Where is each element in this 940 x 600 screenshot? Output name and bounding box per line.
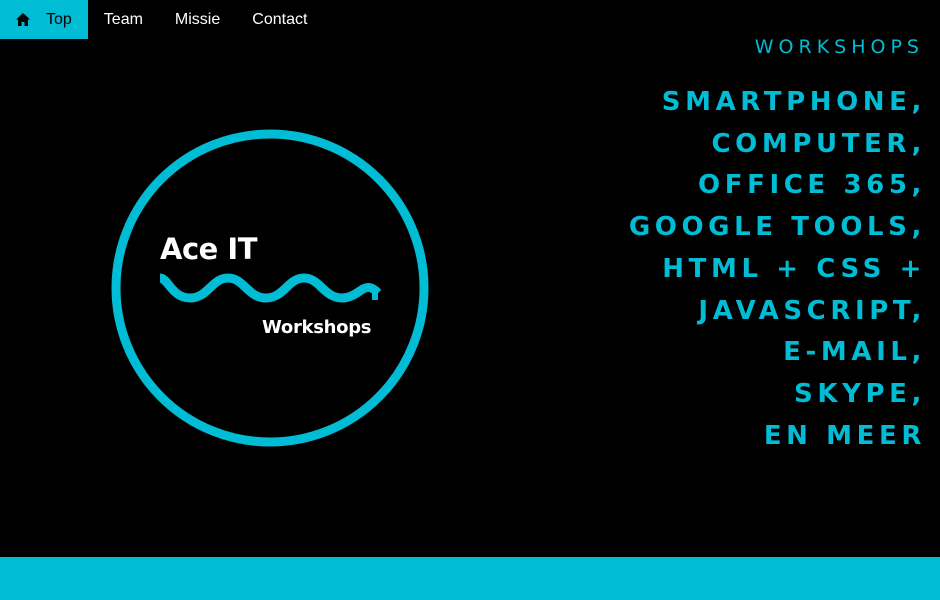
nav-item-label: Contact <box>252 10 308 28</box>
page: Top Team Missie Contact Ace IT Workshops… <box>0 0 940 600</box>
topic-item: OFFICE 365, <box>698 170 926 201</box>
nav-item-label: Team <box>103 10 143 28</box>
topic-item: EN MEER <box>763 420 926 451</box>
nav-item-contact[interactable]: Contact <box>236 0 323 39</box>
topic-item: GOOGLE TOOLS, <box>628 212 926 243</box>
nav-item-label: Top <box>46 10 72 28</box>
workshop-topics-list: SMARTPHONE, COMPUTER, OFFICE 365, GOOGLE… <box>629 82 926 457</box>
nav-item-missie[interactable]: Missie <box>159 0 236 39</box>
ace-it-logo: Ace IT Workshops <box>110 128 430 448</box>
nav-item-top[interactable]: Top <box>0 0 88 39</box>
logo-graphic <box>111 129 429 447</box>
logo-title: Ace IT <box>160 232 257 266</box>
logo-subtitle: Workshops <box>262 317 372 338</box>
top-navigation: Top Team Missie Contact <box>0 0 323 39</box>
logo-wave <box>158 273 382 303</box>
topic-item: SMARTPHONE, <box>661 87 926 117</box>
nav-item-team[interactable]: Team <box>88 0 159 39</box>
logo-wave-end <box>372 288 378 300</box>
topic-item: JAVASCRIPT, <box>698 295 926 326</box>
footer-band <box>0 557 940 600</box>
topic-item: COMPUTER, <box>711 128 926 159</box>
home-icon <box>16 13 30 26</box>
workshops-heading: WORKSHOPS <box>754 36 924 58</box>
topic-item: SKYPE, <box>794 378 926 409</box>
topic-item: E-MAIL, <box>783 337 926 368</box>
nav-item-label: Missie <box>174 10 221 28</box>
topic-item: HTML + CSS + <box>662 253 926 284</box>
